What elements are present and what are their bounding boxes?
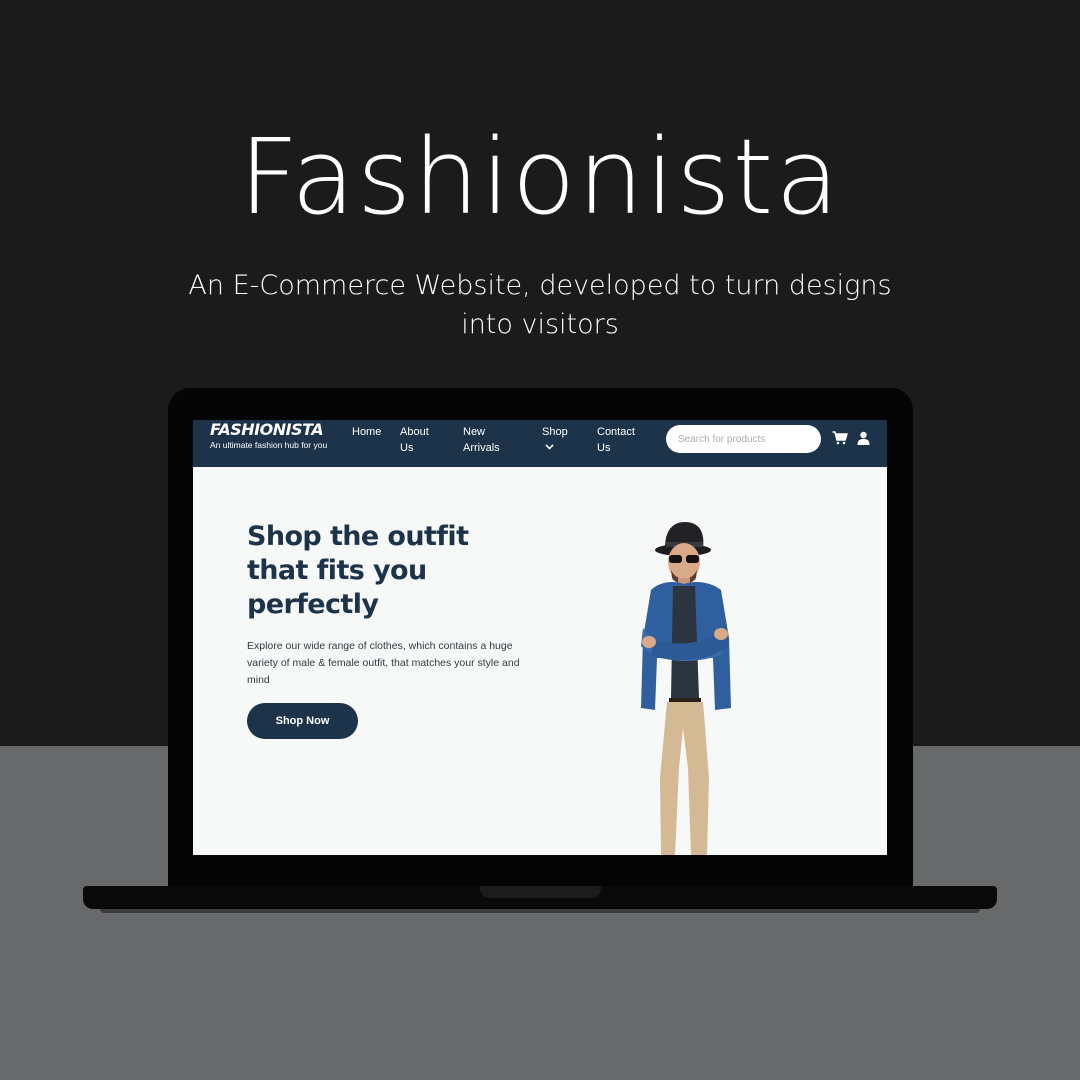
search-input[interactable]: [666, 425, 821, 453]
hero-headline: Shop the outfit that fits you perfectly: [247, 521, 469, 620]
nav-about-us[interactable]: About Us: [400, 424, 444, 456]
laptop-shadow: [100, 909, 980, 913]
chevron-down-icon: [545, 440, 582, 454]
nav-contact-us[interactable]: Contact Us: [597, 424, 647, 456]
nav-shop-dropdown[interactable]: Shop: [542, 424, 582, 454]
user-icon[interactable]: [857, 431, 870, 445]
nav-shop-label: Shop: [542, 426, 568, 438]
page-subtitle: An E-Commerce Website, developed to turn…: [188, 270, 892, 340]
cart-icon[interactable]: [832, 431, 848, 445]
shop-now-button[interactable]: Shop Now: [247, 703, 358, 739]
brand-logo[interactable]: FASHIONISTA: [210, 420, 340, 440]
website-screen: FASHIONISTA An ultimate fashion hub for …: [193, 420, 887, 855]
brand-tagline: An ultimate fashion hub for you: [210, 440, 328, 450]
brand[interactable]: FASHIONISTA An ultimate fashion hub for …: [210, 420, 340, 451]
model-image: [641, 522, 731, 855]
nav-new-arrivals[interactable]: New Arrivals: [463, 424, 515, 456]
hero-description: Explore our wide range of clothes, which…: [247, 640, 520, 686]
page-title: Fashionista: [238, 116, 842, 238]
laptop-notch: [480, 886, 601, 898]
site-navbar: FASHIONISTA An ultimate fashion hub for …: [193, 420, 887, 467]
nav-home[interactable]: Home: [352, 424, 381, 440]
